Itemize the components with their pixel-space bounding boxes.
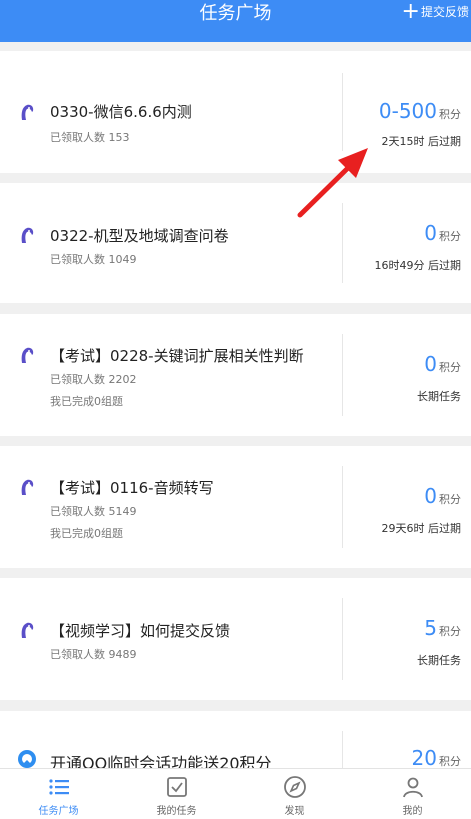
task-name: 【视频学习】如何提交反馈	[50, 622, 231, 640]
points-unit: 积分	[439, 493, 461, 506]
points-unit: 积分	[439, 361, 461, 374]
points-value: 5	[424, 616, 437, 640]
points-unit: 积分	[439, 108, 461, 121]
task-expire: 29天6时 后过期	[381, 522, 462, 535]
task-name: 【考试】0228-关键词扩展相关性判断	[50, 347, 304, 365]
task-name: 0330-微信6.6.6内测	[50, 103, 192, 121]
points-value: 0-500	[378, 99, 437, 123]
penguin-icon	[21, 227, 34, 243]
tab-label: 任务广场	[38, 806, 79, 817]
task-card[interactable]: 【考试】0228-关键词扩展相关性判断 已领取人数 2202 我已完成0组题 0…	[0, 314, 471, 436]
tab-label: 我的	[402, 806, 423, 817]
task-card[interactable]: 【视频学习】如何提交反馈 已领取人数 9489 5 积分 长期任务	[0, 578, 471, 700]
top-bar: 任务广场 + 提交反馈	[0, 0, 471, 42]
task-points: 0-500 积分	[379, 99, 461, 123]
tab-label: 我的任务	[156, 806, 197, 817]
divider	[342, 73, 343, 151]
qq-browser-icon	[18, 750, 36, 768]
tab-me[interactable]: 我的	[354, 769, 471, 819]
list-icon	[48, 779, 69, 795]
checkbox-icon	[166, 777, 187, 797]
divider	[342, 598, 343, 680]
task-expire: 长期任务	[417, 654, 461, 667]
task-points: 0 积分	[424, 484, 461, 508]
divider	[342, 334, 343, 416]
penguin-icon	[21, 104, 34, 120]
task-progress: 我已完成0组题	[50, 395, 123, 408]
task-claimed-count: 已领取人数 1049	[50, 253, 137, 266]
points-value: 0	[424, 484, 437, 508]
task-card[interactable]: 0322-机型及地域调查问卷 已领取人数 1049 0 积分 16时49分 后过期	[0, 183, 471, 303]
task-points: 20 积分	[412, 746, 461, 770]
points-unit: 积分	[439, 755, 461, 768]
compass-icon	[283, 776, 306, 798]
penguin-icon	[21, 479, 34, 495]
submit-feedback-button[interactable]: + 提交反馈	[401, 0, 469, 24]
task-claimed-count: 已领取人数 9489	[50, 648, 137, 661]
plus-icon: +	[401, 0, 420, 24]
task-claimed-count: 已领取人数 2202	[50, 373, 137, 386]
divider	[342, 731, 343, 771]
task-points: 5 积分	[424, 616, 461, 640]
tab-label: 发现	[284, 806, 305, 817]
tab-task-square[interactable]: 任务广场	[0, 769, 117, 819]
task-card[interactable]: 【考试】0116-音频转写 已领取人数 5149 我已完成0组题 0 积分 29天…	[0, 446, 471, 568]
tab-discover[interactable]: 发现	[236, 769, 353, 819]
task-claimed-count: 已领取人数 5149	[50, 505, 137, 518]
penguin-icon	[21, 622, 34, 638]
bottom-tab-bar: 任务广场 我的任务 发现 我的	[0, 768, 471, 819]
task-progress: 我已完成0组题	[50, 527, 123, 540]
points-unit: 积分	[439, 625, 461, 638]
task-name: 【考试】0116-音频转写	[50, 479, 214, 497]
submit-feedback-label: 提交反馈	[420, 5, 469, 19]
points-value: 20	[411, 746, 437, 770]
divider	[342, 466, 343, 548]
task-name: 0322-机型及地域调查问卷	[50, 227, 229, 245]
task-expire: 2天15时 后过期	[381, 135, 462, 148]
task-expire: 长期任务	[417, 390, 461, 403]
person-icon	[402, 777, 423, 798]
points-unit: 积分	[439, 230, 461, 243]
task-card[interactable]: 开通QQ临时会话功能送20积分 20 积分	[0, 711, 471, 773]
task-points: 0 积分	[424, 221, 461, 245]
points-value: 0	[424, 221, 437, 245]
penguin-icon	[21, 347, 34, 363]
task-expire: 16时49分 后过期	[374, 259, 462, 272]
tab-my-tasks[interactable]: 我的任务	[118, 769, 235, 819]
page-title: 任务广场	[199, 3, 272, 24]
divider	[342, 203, 343, 283]
task-card[interactable]: 0330-微信6.6.6内测 已领取人数 153 0-500 积分 2天15时 后…	[0, 51, 471, 173]
task-points: 0 积分	[424, 352, 461, 376]
points-value: 0	[424, 352, 437, 376]
task-claimed-count: 已领取人数 153	[50, 131, 130, 144]
